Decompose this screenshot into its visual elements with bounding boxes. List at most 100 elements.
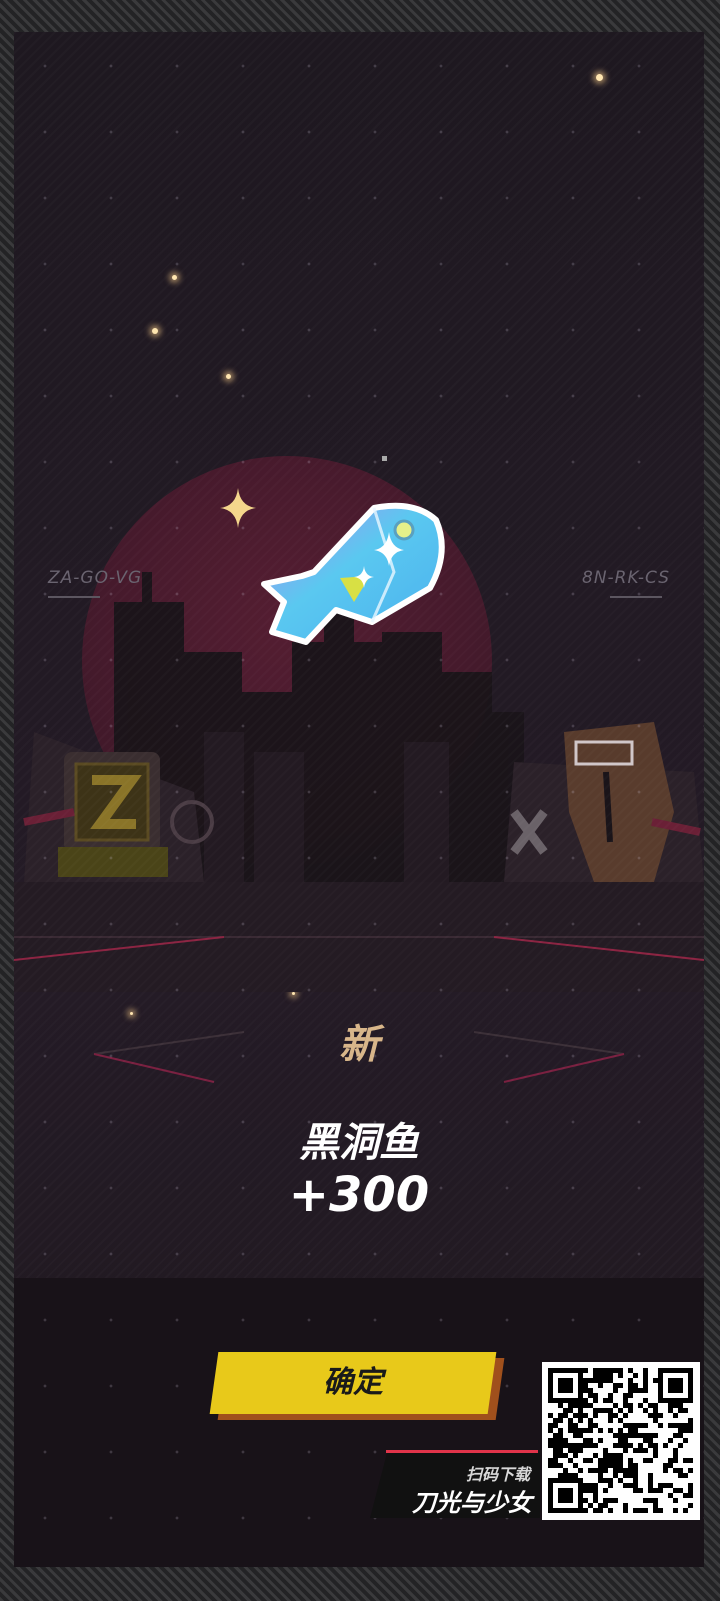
qr-module bbox=[578, 1403, 583, 1408]
qr-module bbox=[673, 1413, 678, 1418]
qr-module bbox=[618, 1468, 623, 1473]
qr-module bbox=[548, 1413, 553, 1418]
qr-module bbox=[668, 1493, 673, 1498]
qr-module bbox=[593, 1413, 598, 1418]
qr-module bbox=[588, 1423, 593, 1428]
qr-module bbox=[553, 1453, 558, 1458]
qr-module bbox=[558, 1428, 563, 1433]
qr-module bbox=[658, 1378, 663, 1383]
confirm-button-label: 确定 bbox=[323, 1365, 383, 1400]
qr-module bbox=[623, 1503, 628, 1508]
qr-module bbox=[588, 1403, 593, 1408]
qr-module bbox=[573, 1508, 578, 1513]
qr-module bbox=[568, 1508, 573, 1513]
qr-module bbox=[658, 1368, 663, 1373]
qr-module bbox=[673, 1458, 678, 1463]
qr-module bbox=[668, 1403, 673, 1408]
qr-module bbox=[553, 1478, 558, 1483]
qr-module bbox=[558, 1473, 563, 1478]
qr-module bbox=[548, 1388, 553, 1393]
qr-module bbox=[638, 1488, 643, 1493]
qr-module bbox=[648, 1443, 653, 1448]
qr-module bbox=[613, 1388, 618, 1393]
qr-module bbox=[548, 1508, 553, 1513]
qr-module bbox=[548, 1438, 553, 1443]
qr-module bbox=[558, 1438, 563, 1443]
qr-module bbox=[633, 1468, 638, 1473]
qr-module bbox=[668, 1458, 673, 1463]
qr-module bbox=[688, 1383, 693, 1388]
qr-module bbox=[563, 1383, 568, 1388]
qr-module bbox=[653, 1413, 658, 1418]
qr-module bbox=[613, 1453, 618, 1458]
qr-module bbox=[563, 1473, 568, 1478]
qr-module bbox=[548, 1393, 553, 1398]
qr-module bbox=[658, 1483, 663, 1488]
qr-module bbox=[643, 1398, 648, 1403]
qr-module bbox=[688, 1393, 693, 1398]
qr-module bbox=[598, 1468, 603, 1473]
confirm-button-wrapper[interactable]: 确定 bbox=[209, 1352, 505, 1420]
qr-module bbox=[613, 1433, 618, 1438]
qr-module bbox=[608, 1478, 613, 1483]
qr-module bbox=[658, 1393, 663, 1398]
qr-module bbox=[633, 1508, 638, 1513]
qr-module bbox=[578, 1393, 583, 1398]
qr-module bbox=[663, 1468, 668, 1473]
qr-module bbox=[563, 1413, 568, 1418]
qr-module bbox=[593, 1398, 598, 1403]
qr-module bbox=[593, 1493, 598, 1498]
qr-module bbox=[648, 1403, 653, 1408]
qr-module bbox=[633, 1388, 638, 1393]
qr-module bbox=[623, 1473, 628, 1478]
qr-module bbox=[683, 1508, 688, 1513]
qr-module bbox=[688, 1418, 693, 1423]
reward-quantity: +300 bbox=[288, 1167, 430, 1223]
qr-module bbox=[613, 1498, 618, 1503]
qr-module bbox=[643, 1438, 648, 1443]
qr-module bbox=[628, 1433, 633, 1438]
qr-module bbox=[603, 1378, 608, 1383]
qr-module bbox=[688, 1493, 693, 1498]
qr-module bbox=[678, 1403, 683, 1408]
qr-module bbox=[648, 1473, 653, 1478]
qr-module bbox=[593, 1393, 598, 1398]
qr-module bbox=[618, 1368, 623, 1373]
qr-module bbox=[668, 1378, 673, 1383]
qr-module bbox=[683, 1458, 688, 1463]
qr-module bbox=[648, 1483, 653, 1488]
qr-module bbox=[603, 1488, 608, 1493]
qr-module bbox=[558, 1418, 563, 1423]
qr-module bbox=[568, 1493, 573, 1498]
qr-module bbox=[668, 1408, 673, 1413]
qr-module bbox=[688, 1483, 693, 1488]
qr-module bbox=[583, 1508, 588, 1513]
qr-module bbox=[688, 1488, 693, 1493]
qr-module bbox=[688, 1468, 693, 1473]
qr-module bbox=[568, 1443, 573, 1448]
qr-module bbox=[633, 1428, 638, 1433]
qr-module bbox=[573, 1398, 578, 1403]
qr-module bbox=[578, 1418, 583, 1423]
qr-module bbox=[593, 1508, 598, 1513]
qr-module bbox=[603, 1373, 608, 1378]
qr-module bbox=[563, 1508, 568, 1513]
qr-module bbox=[638, 1508, 643, 1513]
qr-module bbox=[673, 1453, 678, 1458]
qr-module bbox=[643, 1388, 648, 1393]
qr-module bbox=[568, 1398, 573, 1403]
qr-module bbox=[598, 1478, 603, 1483]
qr-module bbox=[673, 1448, 678, 1453]
qr-code[interactable] bbox=[542, 1362, 700, 1520]
qr-module bbox=[678, 1368, 683, 1373]
qr-module bbox=[678, 1443, 683, 1448]
qr-module bbox=[643, 1383, 648, 1388]
qr-module bbox=[608, 1418, 613, 1423]
qr-module bbox=[578, 1448, 583, 1453]
qr-module bbox=[608, 1508, 613, 1513]
qr-module bbox=[673, 1388, 678, 1393]
confirm-button[interactable]: 确定 bbox=[209, 1352, 497, 1414]
qr-module bbox=[598, 1428, 603, 1433]
qr-module bbox=[628, 1403, 633, 1408]
qr-module bbox=[653, 1433, 658, 1438]
